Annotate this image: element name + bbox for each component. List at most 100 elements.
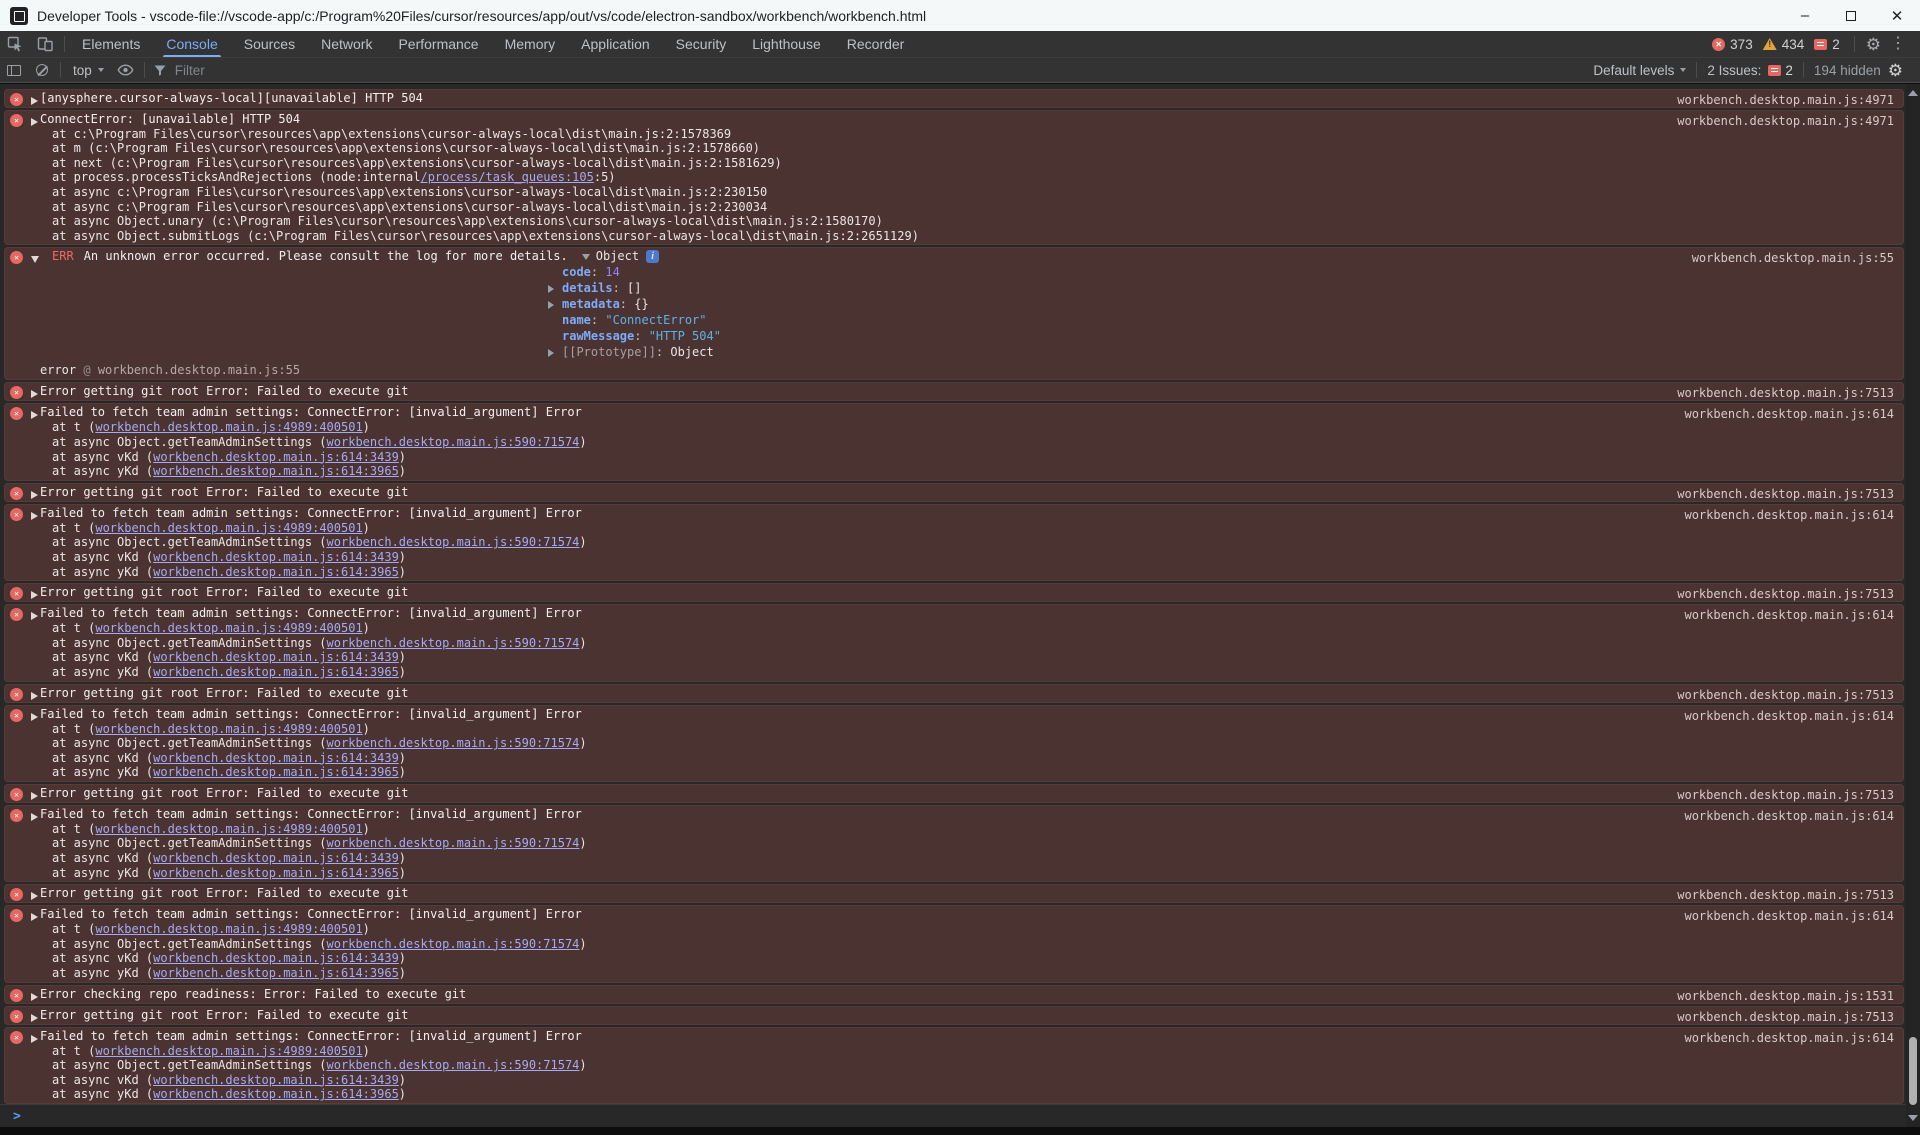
stack-trace-link[interactable]: workbench.desktop.main.js:4989:400501	[95, 521, 362, 535]
source-location-link[interactable]: workbench.desktop.main.js:614	[1684, 809, 1894, 823]
stack-trace-link[interactable]: workbench.desktop.main.js:590:71574	[327, 435, 580, 449]
tab-elements[interactable]: Elements	[69, 31, 153, 57]
expand-arrow-icon[interactable]	[31, 612, 38, 620]
stack-trace-link[interactable]: workbench.desktop.main.js:614:3965	[153, 565, 399, 579]
expand-arrow-icon[interactable]	[31, 411, 38, 419]
warning-count[interactable]: 434	[1782, 37, 1805, 52]
stack-trace-link[interactable]: workbench.desktop.main.js:4989:400501	[95, 822, 362, 836]
expand-arrow-icon[interactable]	[31, 713, 38, 721]
source-location-link[interactable]: workbench.desktop.main.js:7513	[1677, 888, 1894, 902]
source-location-link[interactable]: workbench.desktop.main.js:7513	[1677, 587, 1894, 601]
caller-location-link[interactable]: workbench.desktop.main.js:55	[98, 363, 300, 377]
issues-count-icon[interactable]	[1814, 39, 1827, 50]
stack-trace-link[interactable]: workbench.desktop.main.js:590:71574	[327, 937, 580, 951]
source-location-link[interactable]: workbench.desktop.main.js:614	[1684, 608, 1894, 622]
console-prompt[interactable]: >	[0, 1104, 1920, 1127]
expand-arrow-icon[interactable]	[31, 692, 38, 700]
stack-trace-link[interactable]: workbench.desktop.main.js:614:3439	[153, 851, 399, 865]
tab-memory[interactable]: Memory	[492, 31, 569, 57]
source-location-link[interactable]: workbench.desktop.main.js:614	[1684, 508, 1894, 522]
stack-trace-link[interactable]: workbench.desktop.main.js:590:71574	[327, 535, 580, 549]
tab-security[interactable]: Security	[663, 31, 740, 57]
stack-trace-link[interactable]: workbench.desktop.main.js:590:71574	[327, 1058, 580, 1072]
stack-trace-link[interactable]: workbench.desktop.main.js:4989:400501	[95, 621, 362, 635]
settings-gear-icon[interactable]: ⚙	[1859, 36, 1888, 53]
inspect-element-button[interactable]	[0, 31, 30, 57]
tab-application[interactable]: Application	[568, 31, 663, 57]
tab-console[interactable]: Console	[153, 31, 230, 57]
error-count[interactable]: 373	[1730, 37, 1753, 52]
stack-trace-link[interactable]: workbench.desktop.main.js:614:3439	[153, 1073, 399, 1087]
stack-trace-link[interactable]: workbench.desktop.main.js:614:3965	[153, 1087, 399, 1101]
maximize-button[interactable]	[1828, 0, 1874, 31]
stack-trace-link[interactable]: workbench.desktop.main.js:614:3965	[153, 464, 399, 478]
execution-context-selector[interactable]: top	[65, 63, 112, 78]
close-button[interactable]: ✕	[1874, 0, 1920, 31]
expand-arrow-icon[interactable]	[31, 993, 38, 1001]
stack-trace-link[interactable]: workbench.desktop.main.js:614:3965	[153, 866, 399, 880]
stack-trace-link[interactable]: workbench.desktop.main.js:614:3439	[153, 951, 399, 965]
stack-trace-link[interactable]: workbench.desktop.main.js:614:3439	[153, 550, 399, 564]
source-location-link[interactable]: workbench.desktop.main.js:7513	[1677, 788, 1894, 802]
expand-arrow-icon[interactable]	[31, 792, 38, 800]
source-location-link[interactable]: workbench.desktop.main.js:614	[1684, 909, 1894, 923]
vertical-scrollbar[interactable]	[1906, 84, 1920, 1127]
source-location-link[interactable]: workbench.desktop.main.js:7513	[1677, 386, 1894, 400]
stack-trace-link[interactable]: workbench.desktop.main.js:614:3965	[153, 665, 399, 679]
scrollbar-thumb[interactable]	[1909, 1037, 1917, 1105]
filter-input[interactable]	[175, 63, 495, 78]
tab-network[interactable]: Network	[308, 31, 385, 57]
stack-trace-link[interactable]: workbench.desktop.main.js:590:71574	[327, 736, 580, 750]
property-expand-icon[interactable]	[548, 285, 554, 293]
stack-trace-link[interactable]: workbench.desktop.main.js:4989:400501	[95, 722, 362, 736]
source-location-link[interactable]: workbench.desktop.main.js:614	[1684, 1031, 1894, 1045]
log-levels-dropdown[interactable]: Default levels	[1593, 63, 1674, 78]
expand-arrow-icon[interactable]	[31, 1035, 38, 1043]
issues-link[interactable]: 2 Issues:	[1707, 63, 1761, 78]
scroll-down-icon[interactable]	[1908, 1115, 1918, 1121]
stack-trace-link[interactable]: workbench.desktop.main.js:4989:400501	[95, 420, 362, 434]
source-location-link[interactable]: workbench.desktop.main.js:4971	[1677, 93, 1894, 107]
create-live-expression-button[interactable]	[112, 62, 140, 78]
stack-trace-link[interactable]: workbench.desktop.main.js:614:3965	[153, 765, 399, 779]
stack-trace-link[interactable]: workbench.desktop.main.js:4989:400501	[95, 922, 362, 936]
object-expand-icon[interactable]	[582, 254, 590, 260]
source-location-link[interactable]: workbench.desktop.main.js:614	[1684, 407, 1894, 421]
expand-arrow-icon[interactable]	[31, 256, 39, 263]
stack-trace-link[interactable]: workbench.desktop.main.js:590:71574	[327, 636, 580, 650]
expand-arrow-icon[interactable]	[31, 1014, 38, 1022]
stack-trace-link[interactable]: /process/task_queues:105	[420, 170, 593, 184]
warning-count-icon[interactable]	[1763, 38, 1777, 50]
source-location-link[interactable]: workbench.desktop.main.js:4971	[1677, 114, 1894, 128]
property-expand-icon[interactable]	[548, 349, 554, 357]
source-location-link[interactable]: workbench.desktop.main.js:7513	[1677, 487, 1894, 501]
stack-trace-link[interactable]: workbench.desktop.main.js:614:3439	[153, 751, 399, 765]
clear-console-button[interactable]	[28, 64, 56, 76]
source-location-link[interactable]: workbench.desktop.main.js:1531	[1677, 989, 1894, 1003]
stack-trace-link[interactable]: workbench.desktop.main.js:614:3439	[153, 450, 399, 464]
expand-arrow-icon[interactable]	[31, 491, 38, 499]
tab-recorder[interactable]: Recorder	[834, 31, 918, 57]
source-location-link[interactable]: workbench.desktop.main.js:7513	[1677, 1010, 1894, 1024]
expand-arrow-icon[interactable]	[31, 97, 38, 105]
scroll-up-icon[interactable]	[1908, 90, 1918, 96]
stack-trace-link[interactable]: workbench.desktop.main.js:590:71574	[327, 836, 580, 850]
expand-arrow-icon[interactable]	[31, 512, 38, 520]
expand-arrow-icon[interactable]	[31, 913, 38, 921]
expand-arrow-icon[interactable]	[31, 591, 38, 599]
error-count-icon[interactable]	[1712, 38, 1725, 51]
tab-sources[interactable]: Sources	[231, 31, 308, 57]
expand-arrow-icon[interactable]	[31, 118, 38, 126]
expand-arrow-icon[interactable]	[31, 813, 38, 821]
console-sidebar-toggle[interactable]	[0, 65, 28, 76]
issues-count[interactable]: 2	[1832, 37, 1840, 52]
tab-lighthouse[interactable]: Lighthouse	[739, 31, 834, 57]
toggle-device-toolbar-button[interactable]	[30, 31, 60, 57]
more-options-icon[interactable]: ⋮	[1888, 36, 1912, 52]
property-expand-icon[interactable]	[548, 301, 554, 309]
stack-trace-link[interactable]: workbench.desktop.main.js:614:3439	[153, 650, 399, 664]
source-location-link[interactable]: workbench.desktop.main.js:614	[1684, 709, 1894, 723]
source-location-link[interactable]: workbench.desktop.main.js:7513	[1677, 688, 1894, 702]
expand-arrow-icon[interactable]	[31, 892, 38, 900]
console-settings-gear-icon[interactable]: ⚙	[1881, 62, 1910, 79]
